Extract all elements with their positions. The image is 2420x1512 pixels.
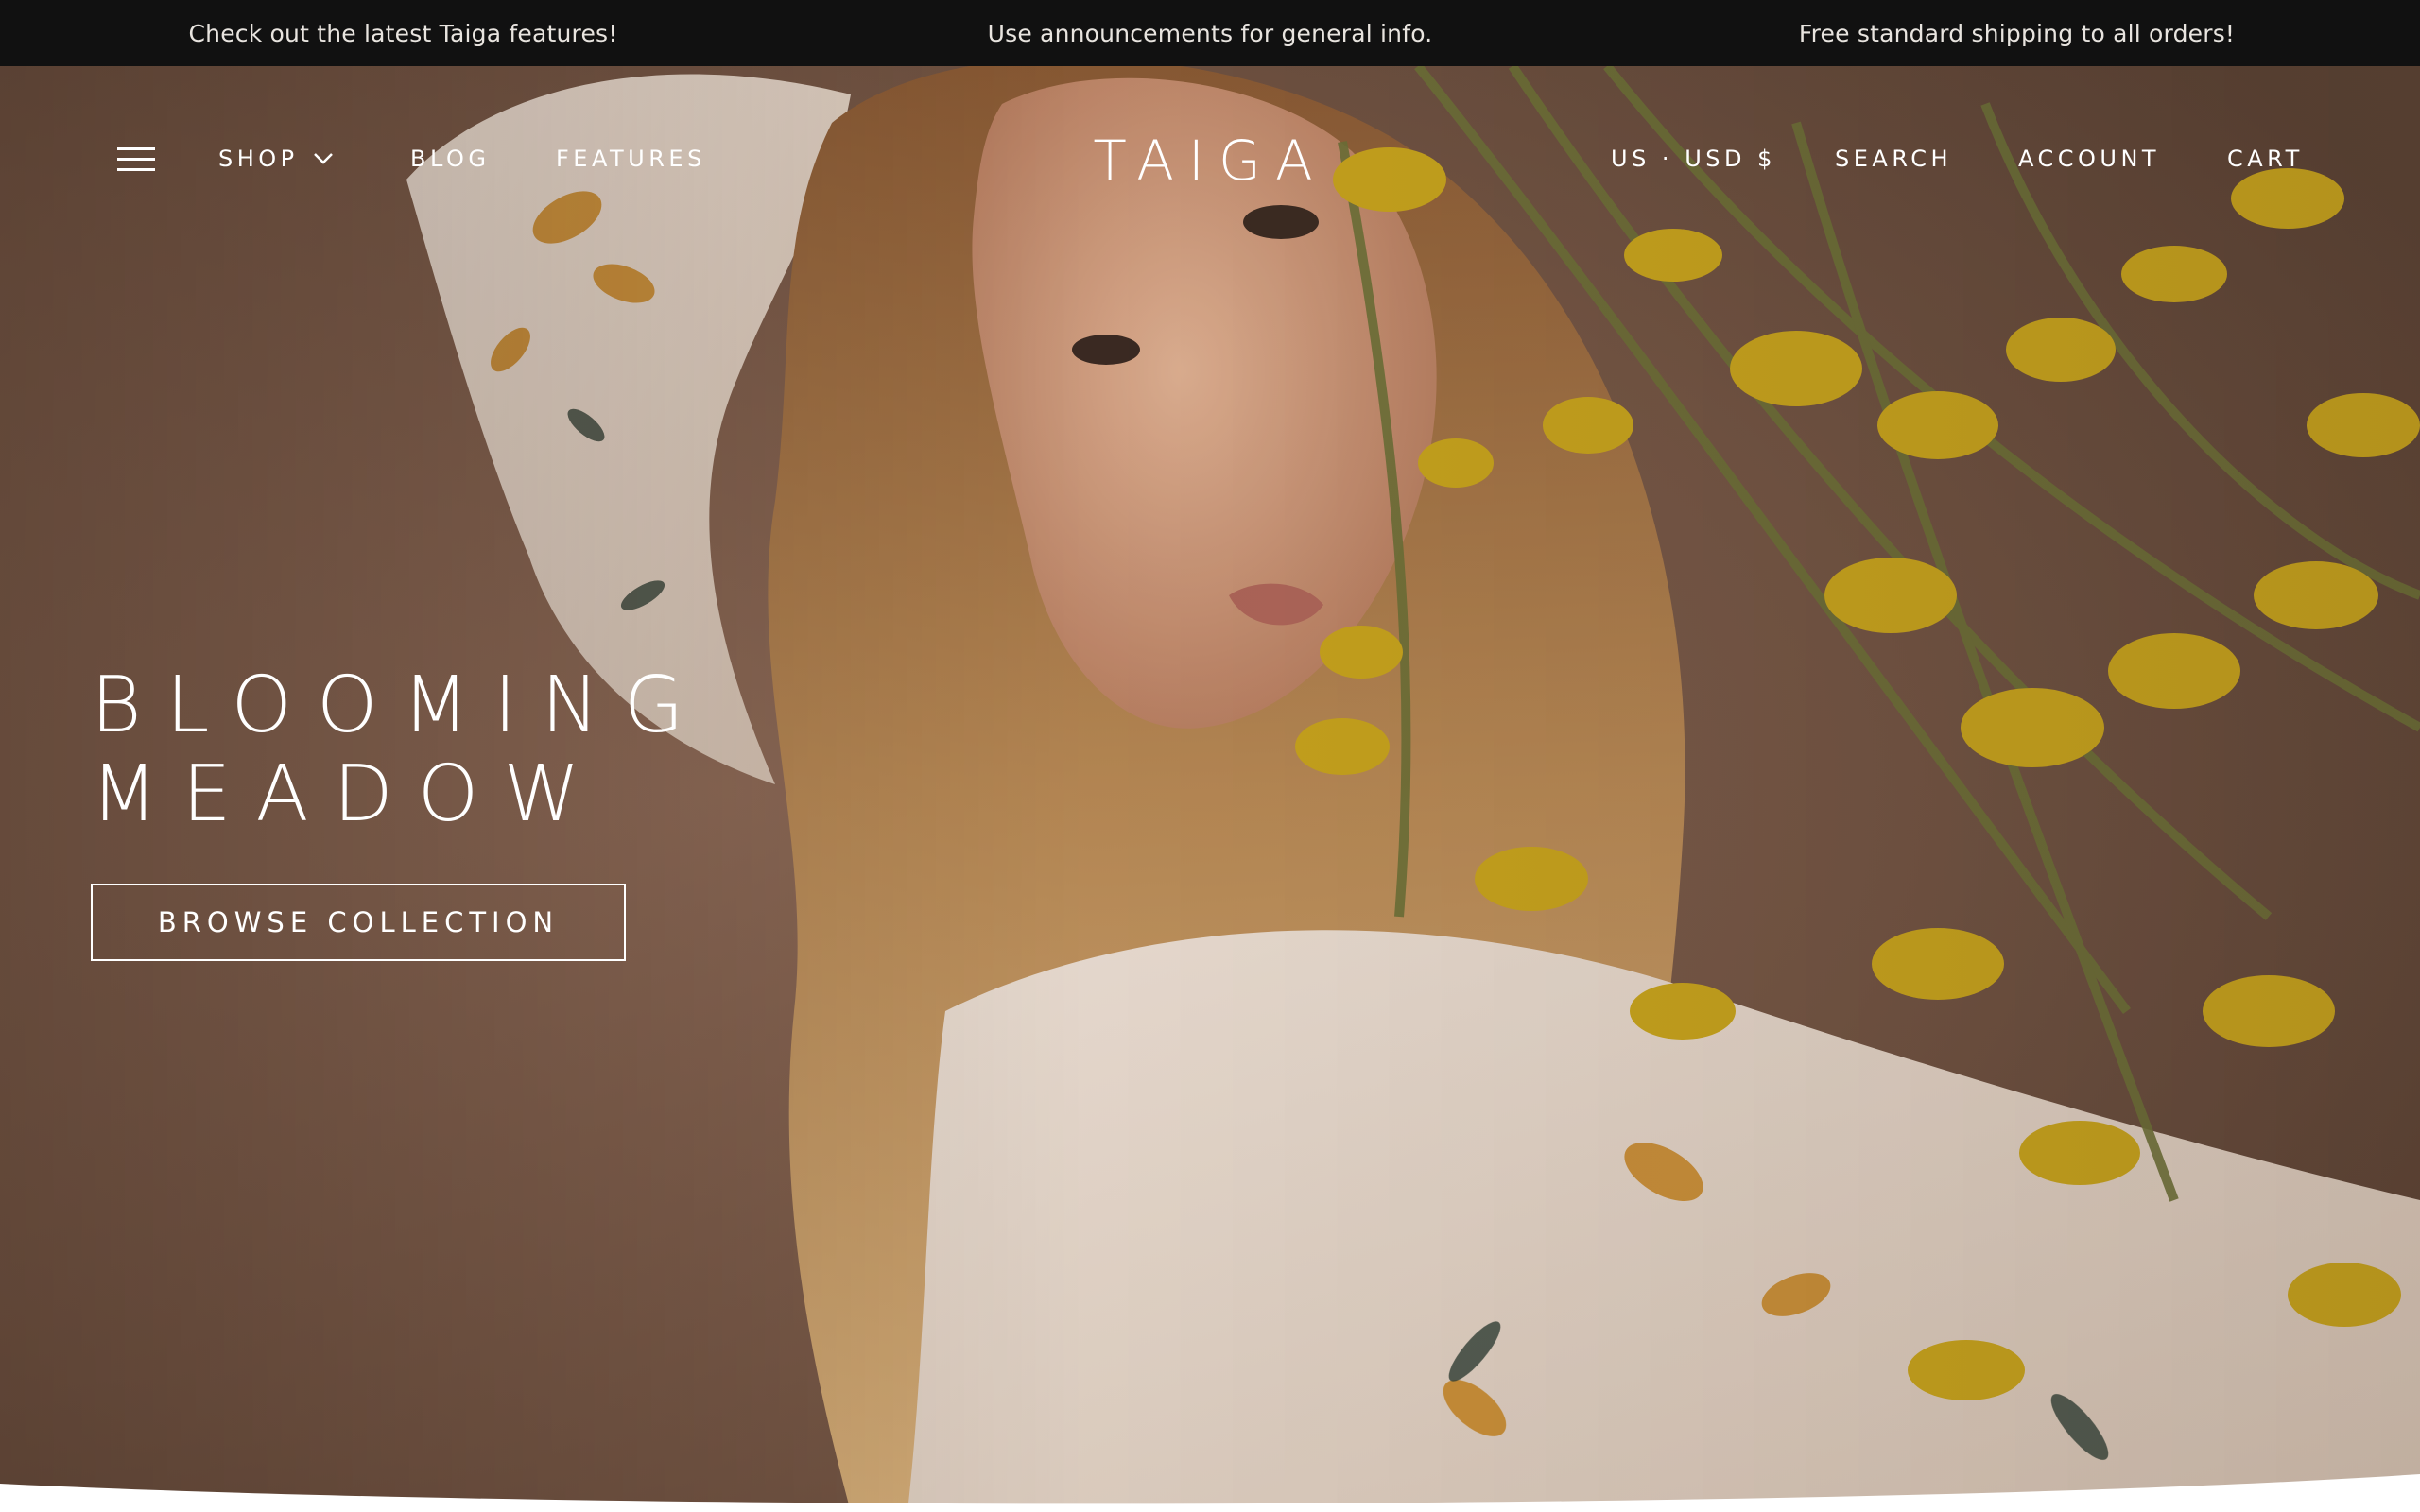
nav-cart[interactable]: CART	[2227, 142, 2304, 176]
browse-collection-button[interactable]: BROWSE COLLECTION	[91, 884, 626, 961]
announcement-3[interactable]: Free standard shipping to all orders!	[1614, 0, 2420, 66]
nav-shop[interactable]: SHOP	[218, 142, 335, 176]
hero-title: BLOOMING MEADOW	[91, 662, 942, 839]
nav-search[interactable]: SEARCH	[1835, 142, 1952, 176]
site-logo[interactable]: TAIGA	[1093, 123, 1323, 198]
hero-title-line-1: BLOOMING	[91, 661, 709, 750]
hero-bottom-curve	[0, 1474, 2420, 1512]
chevron-down-icon	[313, 153, 333, 164]
nav-features[interactable]: FEATURES	[556, 142, 706, 176]
announcement-bar: Check out the latest Taiga features! Use…	[0, 0, 2420, 66]
nav-shop-label: SHOP	[218, 146, 299, 172]
site-header: SHOP BLOG FEATURES TAIGA US · USD $ SEAR…	[0, 66, 2420, 251]
announcement-1[interactable]: Check out the latest Taiga features!	[0, 0, 806, 66]
hamburger-menu-icon[interactable]	[117, 144, 155, 174]
nav-account[interactable]: ACCOUNT	[2018, 142, 2160, 176]
currency-selector[interactable]: US · USD $	[1611, 142, 1776, 176]
hero-title-line-2: MEADOW	[91, 749, 605, 839]
hero-banner: BLOOMING MEADOW BROWSE COLLECTION	[0, 66, 2420, 1512]
nav-blog[interactable]: BLOG	[410, 142, 490, 176]
announcement-2[interactable]: Use announcements for general info.	[806, 0, 1614, 66]
